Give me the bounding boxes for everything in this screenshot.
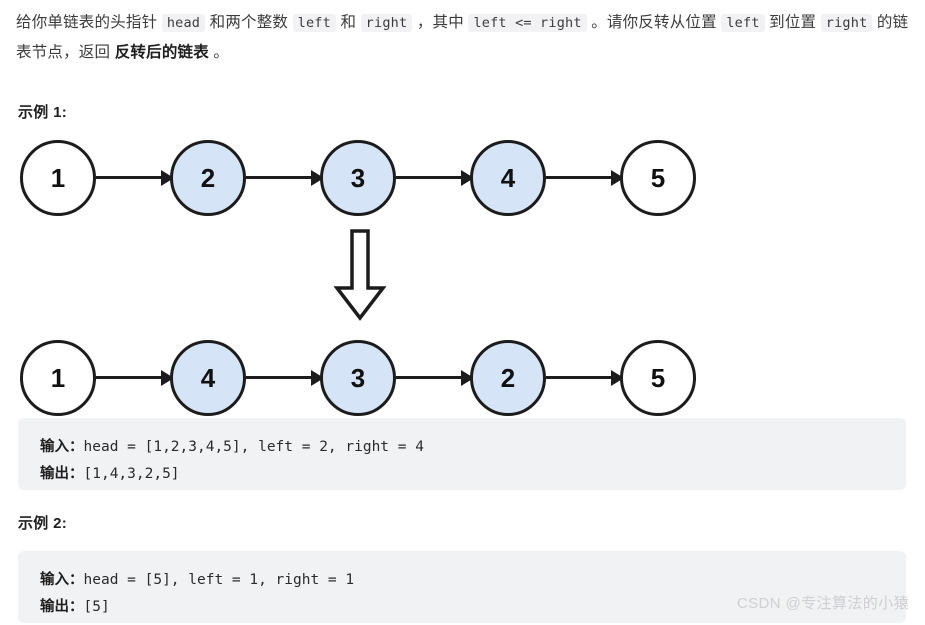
before-link-3 (396, 176, 472, 179)
watermark: CSDN @专注算法的小猿 (736, 595, 909, 612)
example-1-input-label: 输入： (40, 439, 84, 455)
statement-text-4: ，其中 (412, 14, 469, 31)
problem-statement: 给你单链表的头指针 head 和两个整数 left 和 right ，其中 le… (16, 8, 912, 68)
after-link-4 (546, 376, 622, 379)
example-1-output-label: 输出： (40, 466, 84, 482)
before-node-2: 2 (170, 140, 246, 216)
after-node-5: 5 (620, 340, 696, 416)
example-2-heading: 示例 2: (18, 515, 68, 532)
example-1-input-line: 输入：head = [1,2,3,4,5], left = 2, right =… (40, 434, 906, 461)
after-node-4: 2 (470, 340, 546, 416)
example-1-input-value: head = [1,2,3,4,5], left = 2, right = 4 (83, 439, 424, 455)
after-link-3 (396, 376, 472, 379)
problem-page: 给你单链表的头指针 head 和两个整数 left 和 right ，其中 le… (0, 0, 925, 625)
before-link-2 (246, 176, 322, 179)
inline-code-left-2: left (721, 14, 765, 32)
linked-list-diagram: 1 2 3 4 5 1 4 3 2 5 (0, 128, 925, 418)
inline-code-head: head (161, 14, 206, 32)
statement-emphasis: 反转后的链表 (114, 44, 209, 61)
before-node-3: 3 (320, 140, 396, 216)
statement-text-6: 到位置 (764, 14, 821, 31)
example-2-input-label: 输入： (40, 572, 84, 588)
statement-text-8: 。 (208, 44, 230, 61)
example-1-io-block: 输入：head = [1,2,3,4,5], left = 2, right =… (18, 418, 906, 490)
after-node-3: 3 (320, 340, 396, 416)
down-arrow-icon (333, 228, 387, 327)
inline-code-right-2: right (820, 14, 873, 32)
inline-code-left: left (292, 14, 336, 32)
example-2-output-label: 输出： (40, 599, 84, 615)
after-link-2 (246, 376, 322, 379)
inline-code-condition: left <= right (468, 14, 587, 32)
example-1-output-value: [1,4,3,2,5] (83, 466, 180, 482)
example-2-input-value: head = [5], left = 1, right = 1 (83, 572, 355, 588)
statement-text-5: 。请你反转从位置 (586, 14, 722, 31)
before-node-5: 5 (620, 140, 696, 216)
example-1-heading: 示例 1: (18, 104, 68, 121)
statement-text-3: 和 (335, 14, 361, 31)
after-node-1: 1 (20, 340, 96, 416)
before-link-4 (546, 176, 622, 179)
example-1-output-line: 输出：[1,4,3,2,5] (40, 461, 906, 488)
before-node-4: 4 (470, 140, 546, 216)
after-node-2: 4 (170, 340, 246, 416)
example-2-output-value: [5] (83, 599, 110, 615)
statement-text-1: 给你单链表的头指针 (16, 14, 162, 31)
inline-code-right: right (360, 14, 413, 32)
example-2-input-line: 输入：head = [5], left = 1, right = 1 (40, 567, 906, 594)
before-link-1 (96, 176, 172, 179)
after-link-1 (96, 376, 172, 379)
statement-text-2: 和两个整数 (205, 14, 293, 31)
before-node-1: 1 (20, 140, 96, 216)
